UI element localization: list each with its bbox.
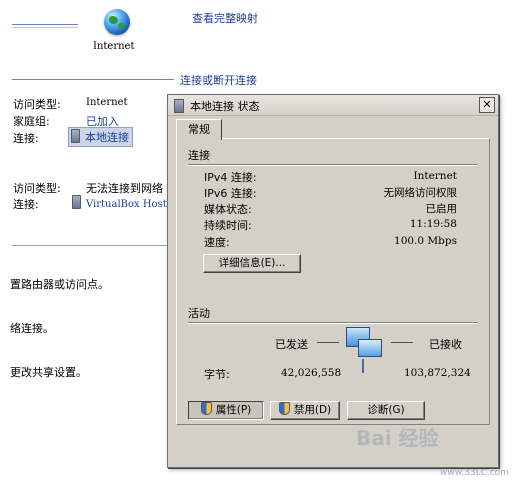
disable-button[interactable]: 禁用(D) [270,401,340,420]
dialog-title: 本地连接 状态 [190,100,260,113]
duration-label: 持续时间: [204,219,252,232]
speed-label: 速度: [204,236,230,249]
access-type-value-2: 无法连接到网络 [86,182,163,195]
details-button[interactable]: 详细信息(E)... [203,254,301,273]
duration-value: 11:19:58 [409,218,457,230]
section-divider-2 [12,245,168,246]
dialog-titlebar[interactable]: 本地连接 状态 ✕ [168,95,498,116]
top-divider-left [12,24,78,25]
local-connection-label: 本地连接 [85,131,129,144]
sent-label: 已发送 [275,338,308,351]
access-type-value-1: Internet [86,97,128,108]
homegroup-label: 家庭组: [13,115,50,128]
tab-general[interactable]: 常规 [176,119,222,140]
watermark-site: www.33LC.com [440,468,509,478]
uac-shield-icon [200,402,212,415]
network-connection-icon [174,99,184,113]
bytes-label: 字节: [204,368,230,381]
local-connection-status-dialog: 本地连接 状态 ✕ 常规 连接 IPv4 连接: Internet IPv6 连… [167,94,499,468]
disable-button-label: 禁用(D) [293,404,332,416]
task-change-sharing[interactable]: 更改共享设置。 [10,364,87,380]
virtualbox-connection-link[interactable]: VirtualBox Host [72,195,167,210]
properties-button-label: 属性(P) [215,404,252,416]
received-label: 已接收 [429,338,462,351]
ipv4-label: IPv4 连接: [204,171,257,184]
access-type-label-2: 访问类型: [13,182,61,195]
connection-groove [188,164,478,166]
access-type-label-1: 访问类型: [13,98,61,111]
activity-cable [362,359,364,373]
network-activity-icon-2 [358,339,382,357]
connect-disconnect-link[interactable]: 连接或断开连接 [180,72,257,88]
received-line [391,342,413,343]
network-adapter-icon [71,129,80,143]
task-setup-router[interactable]: 置路由器或访问点。 [10,276,109,292]
diagnose-button[interactable]: 诊断(G) [347,401,425,420]
bytes-sent-value: 42,026,558 [281,367,342,379]
bytes-received-value: 103,872,324 [404,367,471,379]
internet-label: Internet [93,41,135,52]
properties-button[interactable]: 属性(P) [188,401,264,420]
connection-section-title: 连接 [188,149,210,162]
internet-globe-icon[interactable] [104,9,130,35]
ipv6-label: IPv6 连接: [204,187,257,200]
activity-section-title: 活动 [188,307,210,320]
activity-groove [188,322,478,324]
connection-label-2: 连接: [13,198,39,211]
virtualbox-connection-label: VirtualBox Host [86,199,167,210]
local-connection-link[interactable]: 本地连接 [68,127,133,147]
task-network-connection[interactable]: 络连接。 [10,320,54,336]
uac-shield-icon-2 [278,402,290,415]
sent-line [317,342,339,343]
speed-value: 100.0 Mbps [394,235,457,247]
general-tab-panel: 连接 IPv4 连接: Internet IPv6 连接: 无网络访问权限 媒体… [176,138,490,425]
watermark-text: Bai 经验 [356,426,439,450]
network-adapter-icon-2 [72,195,81,209]
section-divider [12,79,174,80]
top-divider-left-2 [12,27,78,28]
ipv6-value: 无网络访问权限 [383,187,458,199]
view-full-map-link[interactable]: 查看完整映射 [192,10,258,26]
media-state-label: 媒体状态: [204,203,252,216]
ipv4-value: Internet [413,170,457,182]
close-button[interactable]: ✕ [479,97,495,113]
connection-label-1: 连接: [13,132,39,145]
media-state-value: 已启用 [425,203,458,215]
